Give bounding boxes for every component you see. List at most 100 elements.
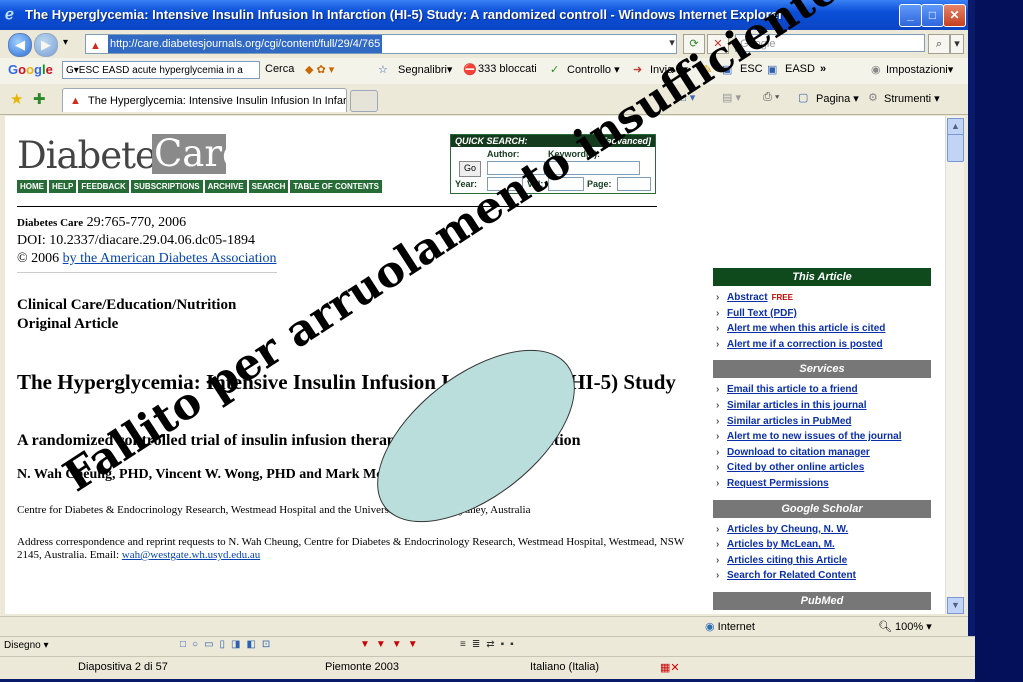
scroll-thumb[interactable] (947, 134, 964, 162)
spelling-icon: ▦✕ (660, 662, 680, 674)
sidebar-link-label[interactable]: Email this article to a friend (727, 384, 858, 395)
sidebar-link-label[interactable]: Search for Related Content (727, 570, 856, 581)
vertical-scrollbar[interactable]: ▲ ▼ (945, 116, 964, 614)
nav-archive[interactable]: ARCHIVE (204, 180, 247, 193)
sidebar-link[interactable]: Download to citation manager (713, 445, 931, 461)
draw-tools-icons[interactable]: □○▭▯◨◧⊡ (180, 639, 276, 650)
new-tab-button[interactable] (350, 90, 378, 112)
sidebar-link[interactable]: Cited by other online articles (713, 460, 931, 476)
google-search-field[interactable]: G▾ESC EASD acute hyperglycemia in a (62, 61, 260, 79)
ppt-status-bar: Diapositiva 2 di 57 Piemonte 2003 Italia… (0, 656, 975, 679)
close-button[interactable]: ✕ (943, 4, 966, 27)
url-dropdown-icon[interactable]: ▾ (662, 34, 682, 52)
sidebar-link-label[interactable]: Alert me if a correction is posted (727, 339, 883, 350)
sidebar-link[interactable]: Articles citing this Article (713, 553, 931, 569)
nav-help[interactable]: HELP (49, 180, 77, 193)
search-icon[interactable]: ⌕ (928, 34, 950, 54)
sidebar-link-label[interactable]: Similar articles in this journal (727, 400, 867, 411)
nav-subscriptions[interactable]: SUBSCRIPTIONS (130, 180, 203, 193)
nav-home[interactable]: HOME (17, 180, 47, 193)
sidebar-link-label[interactable]: Cited by other online articles (727, 462, 864, 473)
line-style-icons[interactable]: ≡≣⇄▪▪ (460, 639, 520, 650)
window-title: The Hyperglycemia: Intensive Insulin Inf… (25, 7, 784, 22)
sidebar-link[interactable]: Articles by McLean, M. (713, 537, 931, 553)
email-link[interactable]: wah@westgate.wh.usyd.edu.au (122, 549, 260, 561)
favorites-star-icon[interactable]: ★ (10, 90, 23, 108)
nav-table-of-contents[interactable]: TABLE OF CONTENTS (290, 180, 383, 193)
go-button[interactable]: Go (459, 161, 481, 177)
sidebar-link-label[interactable]: Alert me to new issues of the journal (727, 431, 901, 442)
browser-window: ℯ The Hyperglycemia: Intensive Insulin I… (0, 0, 968, 640)
sidebar-link-label[interactable]: Similar articles in PubMed (727, 416, 851, 427)
zoom-control[interactable]: 🔍︎ 100% ▾ (878, 620, 932, 633)
tools-menu[interactable]: Strumenti ▾ (884, 92, 940, 105)
sidebar-link-label[interactable]: Articles by Cheung, N. W. (727, 524, 848, 535)
tab-label: The Hyperglycemia: Intensive Insulin Inf… (88, 95, 347, 107)
logo-care[interactable]: Care (152, 134, 244, 174)
ada-link[interactable]: by the American Diabetes Association (63, 251, 277, 266)
article-sidebar: This Article AbstractFREE Full Text (PDF… (713, 268, 931, 610)
star-icon: ☆ (378, 64, 388, 76)
toolbar-blocked[interactable]: 333 bloccati (478, 63, 537, 75)
page-label: Page: (587, 179, 612, 189)
free-badge: FREE (771, 293, 793, 302)
sidebar-link[interactable]: Alert me when this article is cited (713, 321, 931, 337)
sidebar-link-label[interactable]: Request Permissions (727, 478, 829, 489)
zoom-level: 100% (895, 621, 924, 633)
sidebar-link-label[interactable]: Full Text (PDF) (727, 308, 797, 319)
minimize-button[interactable]: _ (899, 4, 922, 27)
toolbar-icons[interactable]: ◆ ✿ ▾ (305, 63, 334, 76)
sidebar-link[interactable]: Articles by Cheung, N. W. (713, 522, 931, 538)
logo-diabetes[interactable]: Diabetes (17, 134, 175, 177)
quick-search-title: QUICK SEARCH: (455, 136, 528, 146)
sidebar-link[interactable]: Search for Related Content (713, 568, 931, 584)
maximize-button[interactable]: □ (921, 4, 944, 27)
section-heading: Clinical Care/Education/Nutrition Origin… (17, 296, 236, 334)
page-input[interactable] (617, 177, 651, 191)
scroll-down-icon[interactable]: ▼ (947, 597, 964, 614)
sidebar-link[interactable]: Email this article to a friend (713, 382, 931, 398)
toolbar-more[interactable]: » (820, 63, 826, 75)
search-dropdown-icon[interactable]: ▾ (950, 34, 964, 54)
sidebar-link[interactable]: AbstractFREE (713, 290, 931, 306)
toolbar-cerca[interactable]: Cerca (265, 63, 294, 75)
forward-icon[interactable]: ▶ (34, 33, 58, 57)
tabs-bar: ★ ✚ ▲ The Hyperglycemia: Intensive Insul… (0, 84, 968, 115)
feeds-icon[interactable]: ▤ ▾ (722, 91, 741, 104)
toolbar-controllo[interactable]: Controllo ▾ (567, 63, 620, 76)
sidebar-link[interactable]: Alert me to new issues of the journal (713, 429, 931, 445)
toolbar-impostazioni[interactable]: Impostazioni▾ (886, 63, 953, 76)
url-field[interactable]: ▲ http://care.diabetesjournals.org/cgi/c… (85, 34, 677, 54)
site-nav: HOME HELP FEEDBACK SUBSCRIPTIONS ARCHIVE SEAR… (17, 180, 384, 194)
color-tools-icons[interactable]: ▼▼▼▼ (360, 639, 424, 650)
zoom-icon: 🔍︎ (878, 621, 892, 633)
add-favorite-icon[interactable]: ✚ (33, 90, 46, 108)
draw-menu[interactable]: Disegno ▾ (4, 640, 49, 651)
sidebar-link-label[interactable]: Download to citation manager (727, 447, 870, 458)
ie-logo-icon: ℯ (5, 6, 14, 23)
toolbar-easd[interactable]: EASD (785, 63, 815, 75)
copyright-prefix: © 2006 (17, 251, 63, 266)
history-dropdown-icon[interactable]: ▾ (63, 37, 68, 48)
tab-active[interactable]: ▲ The Hyperglycemia: Intensive Insulin I… (62, 88, 347, 112)
sidebar-link[interactable]: Similar articles in this journal (713, 398, 931, 414)
print-icon[interactable]: ⎙ ▾ (763, 91, 779, 104)
toolbar-segnalibri[interactable]: Segnalibri▾ (398, 63, 452, 76)
sidebar-link-label[interactable]: Articles by McLean, M. (727, 539, 835, 550)
article-title: The Hyperglycemia: Intensive Insulin Inf… (17, 370, 676, 394)
sidebar-link[interactable]: Similar articles in PubMed (713, 414, 931, 430)
sidebar-link[interactable]: Alert me if a correction is posted (713, 337, 931, 353)
tab-favicon-icon: ▲ (70, 95, 81, 107)
sidebar-link-label[interactable]: Alert me when this article is cited (727, 323, 885, 334)
nav-search[interactable]: SEARCH (248, 180, 289, 193)
sidebar-link[interactable]: Request Permissions (713, 476, 931, 492)
nav-feedback[interactable]: FEEDBACK (78, 180, 129, 193)
back-icon[interactable]: ◀ (8, 33, 32, 57)
slide-background (975, 0, 1023, 682)
sidebar-link-label[interactable]: Articles citing this Article (727, 555, 847, 566)
page-menu[interactable]: Pagina ▾ (816, 92, 859, 105)
scroll-up-icon[interactable]: ▲ (947, 118, 964, 135)
sidebar-link-label[interactable]: Abstract (727, 292, 768, 303)
sidebar-link[interactable]: Full Text (PDF) (713, 306, 931, 322)
sidebar-header-services: Services (713, 360, 931, 379)
